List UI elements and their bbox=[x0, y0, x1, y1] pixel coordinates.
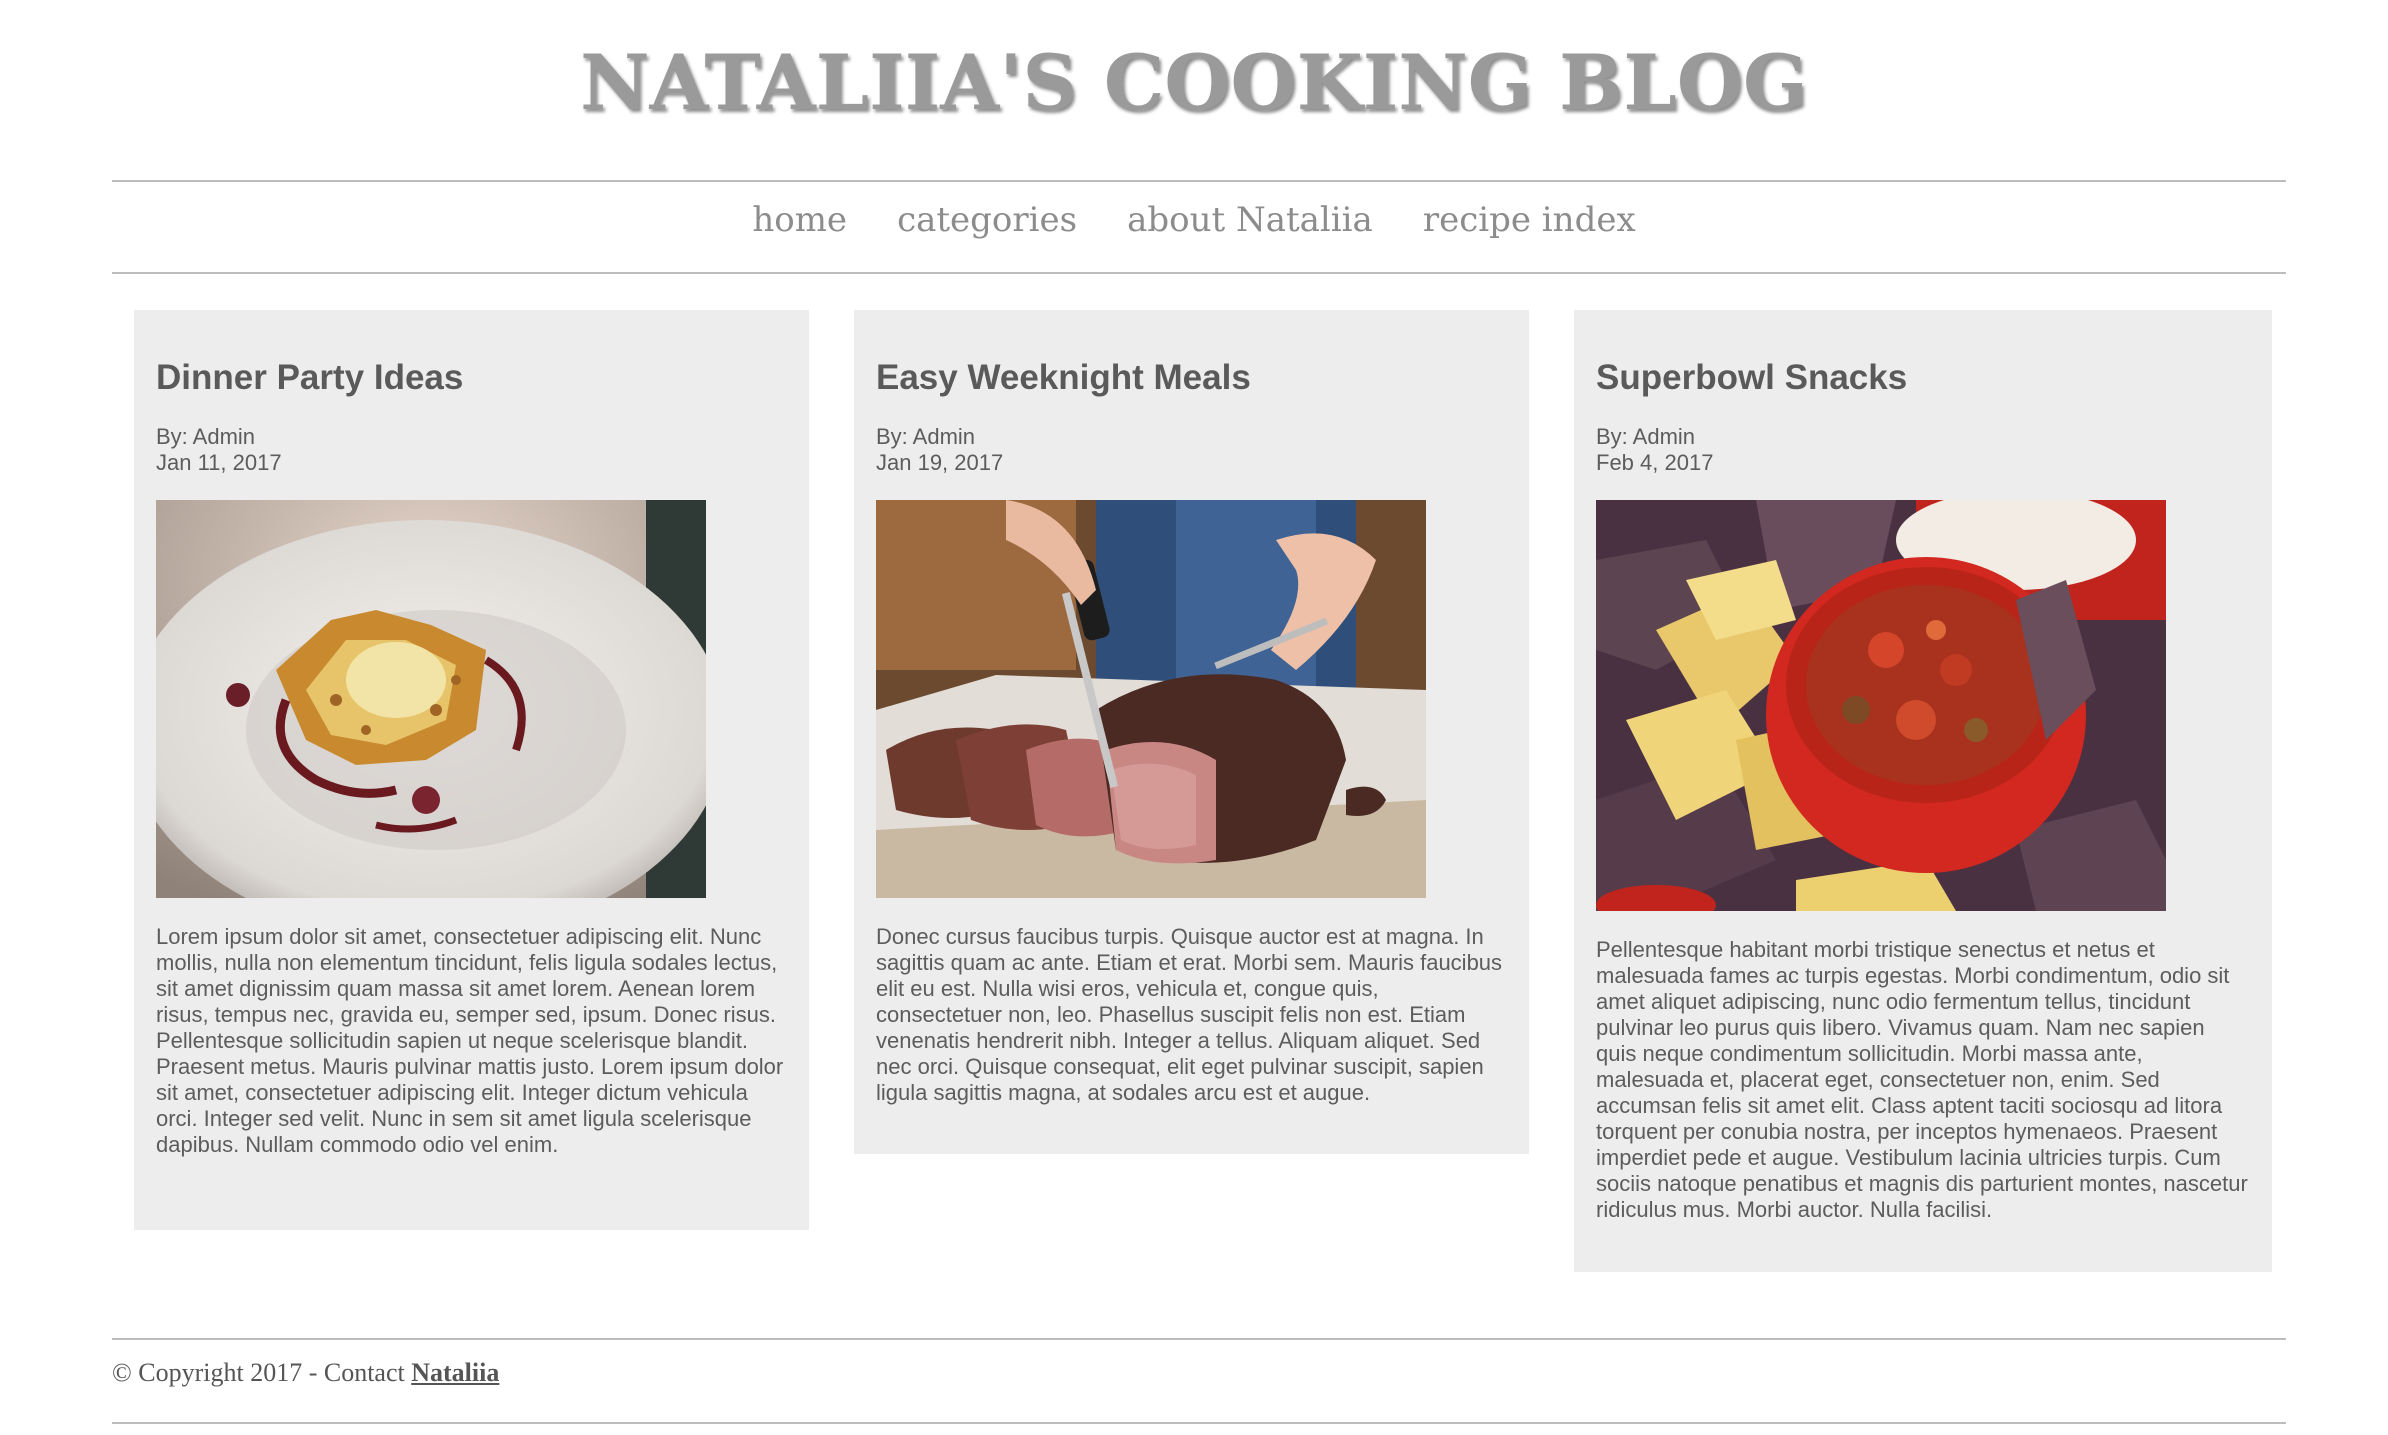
post-date: Jan 11, 2017 bbox=[156, 450, 282, 475]
nav-home-link[interactable]: home bbox=[752, 200, 847, 240]
header-top-divider bbox=[112, 180, 2286, 182]
post-author: By: Admin bbox=[156, 424, 256, 449]
post-title[interactable]: Superbowl Snacks bbox=[1596, 358, 2250, 398]
post-card-superbowl-snacks: Superbowl Snacks By: Admin Feb 4, 2017 P… bbox=[1574, 310, 2272, 1272]
chips-and-salsa-photo[interactable] bbox=[1596, 500, 2166, 911]
post-author: By: Admin bbox=[876, 424, 976, 449]
post-excerpt: Donec cursus faucibus turpis. Quisque au… bbox=[876, 924, 1503, 1105]
post-title[interactable]: Easy Weeknight Meals bbox=[876, 358, 1507, 398]
post-date: Feb 4, 2017 bbox=[1596, 450, 1714, 475]
post-excerpt: Pellentesque habitant morbi tristique se… bbox=[1596, 937, 2248, 1222]
post-date: Jan 19, 2017 bbox=[876, 450, 1004, 475]
nav-categories-link[interactable]: categories bbox=[897, 200, 1077, 240]
post-card-dinner-party: Dinner Party Ideas By: Admin Jan 11, 201… bbox=[134, 310, 809, 1230]
footer-top-divider bbox=[112, 1338, 2286, 1340]
nav-about-link[interactable]: about Nataliia bbox=[1127, 200, 1373, 240]
nav-recipe-index-link[interactable]: recipe index bbox=[1423, 200, 1636, 240]
plated-dessert-photo[interactable] bbox=[156, 500, 706, 898]
post-card-weeknight-meals: Easy Weeknight Meals By: Admin Jan 19, 2… bbox=[854, 310, 1529, 1154]
footer-copyright: © Copyright 2017 - Contact Nataliia bbox=[112, 1358, 499, 1388]
footer-bottom-divider bbox=[112, 1422, 2286, 1424]
contact-link[interactable]: Nataliia bbox=[411, 1358, 499, 1387]
header-bottom-divider bbox=[112, 272, 2286, 274]
sliced-steak-photo[interactable] bbox=[876, 500, 1426, 898]
post-title[interactable]: Dinner Party Ideas bbox=[156, 358, 787, 398]
post-excerpt: Lorem ipsum dolor sit amet, consectetuer… bbox=[156, 924, 784, 1157]
main-nav: home categories about Nataliia recipe in… bbox=[0, 200, 2388, 240]
post-author: By: Admin bbox=[1596, 424, 1696, 449]
copyright-text: © Copyright 2017 - Contact bbox=[112, 1358, 412, 1387]
site-title: NATALIIA'S COOKING BLOG bbox=[580, 38, 1808, 127]
